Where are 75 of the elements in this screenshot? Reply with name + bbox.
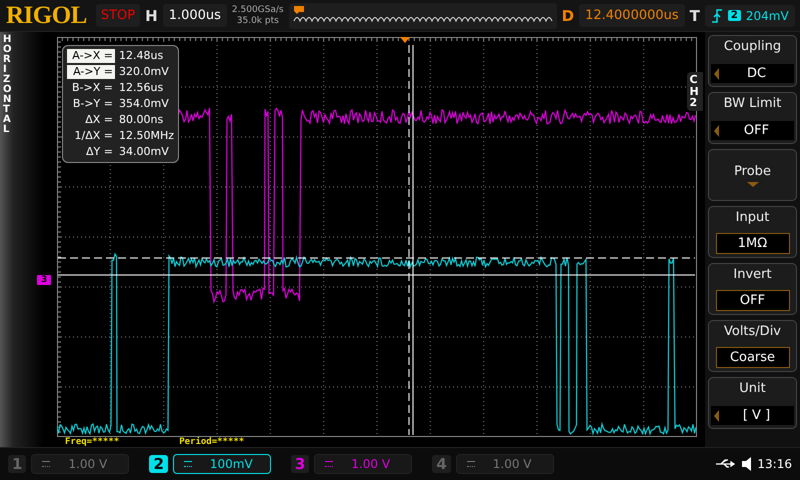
readout-label: B->X = <box>71 81 114 95</box>
menu-label: Volts/Div <box>724 324 781 339</box>
dc-coupling-icon <box>466 461 475 467</box>
delay-value: 12.4000000us <box>579 4 685 27</box>
down-arrow-icon <box>746 182 758 186</box>
channel-marker: 3 <box>37 275 52 285</box>
dc-coupling-icon <box>325 461 334 467</box>
channel-scale[interactable]: 1.00 V <box>31 454 130 474</box>
menu-label: Invert <box>733 267 772 282</box>
left-arrow-icon <box>714 124 719 136</box>
speaker-icon[interactable] <box>742 457 752 471</box>
readout-label: A->X = <box>67 49 115 63</box>
timebase-value: 1.000us <box>162 4 227 27</box>
readout-label: ΔX = <box>84 113 114 127</box>
sample-rate: 2.500GSa/s <box>232 4 284 16</box>
menu-item[interactable]: Unit [ V ] <box>708 377 797 429</box>
menu-value: DC <box>746 65 768 83</box>
dc-coupling-icon <box>184 461 192 467</box>
readout-value: 320.0mV <box>119 65 169 79</box>
usb-icon <box>715 458 738 470</box>
delay-label: D <box>562 6 574 24</box>
measurement-readout: Freq=***** <box>65 437 120 448</box>
scale-text: 1.00 V <box>492 457 532 471</box>
left-arrow-icon <box>714 410 719 422</box>
channel-scale[interactable]: 1.00 V <box>314 454 412 474</box>
scale-text: 100mV <box>210 457 253 471</box>
channel-scale[interactable]: 100mV <box>172 454 271 474</box>
readout-value: 354.0mV <box>119 97 169 111</box>
clock-time: 13:16 <box>757 457 792 471</box>
readout-value: 34.00mV <box>119 145 169 159</box>
scale-text: 1.00 V <box>68 457 108 471</box>
menu-label: Probe <box>734 164 771 178</box>
menu-label: Coupling <box>724 39 782 54</box>
trigger-channel: 2 <box>728 10 741 21</box>
menu-label: Input <box>736 210 770 225</box>
menu-label: BW Limit <box>724 96 782 111</box>
readout-label: A->Y = <box>67 65 115 79</box>
memory-depth: 35.0k pts <box>236 16 279 26</box>
menu-title: CH2 <box>690 74 700 109</box>
menu-item[interactable]: Volts/Div Coarse <box>708 320 797 372</box>
trigger-label: T <box>690 6 700 24</box>
menu-value: [ V ] <box>742 407 772 425</box>
menu-item[interactable]: Coupling DC <box>708 35 797 87</box>
menu-value: OFF <box>716 290 790 311</box>
menu-value: 1MΩ <box>716 233 790 254</box>
dc-coupling-icon <box>42 461 50 467</box>
menu-item[interactable]: Input 1MΩ <box>708 206 797 258</box>
readout-value: 12.48us <box>119 49 164 63</box>
menu-label: Unit <box>739 381 766 396</box>
run-state[interactable]: STOP <box>96 4 140 27</box>
trigger-level: 204mV <box>746 8 789 22</box>
brand-logo: RIGOL <box>6 2 87 30</box>
cursor-line[interactable] <box>408 44 410 436</box>
readout-value: 12.56us <box>119 81 164 95</box>
menu-value: Coarse <box>716 347 790 368</box>
readout-value: 12.50MHz <box>119 129 174 143</box>
menu-value: OFF <box>742 122 770 140</box>
trigger-position-icon <box>294 6 304 14</box>
menu-item[interactable]: BW Limit OFF <box>708 92 797 144</box>
readout-label: 1/ΔX = <box>74 129 114 143</box>
readout-value: 80.00ns <box>119 113 164 127</box>
readout-label: ΔY = <box>85 145 114 159</box>
left-arrow-icon <box>714 68 719 80</box>
channel-number[interactable]: 2 <box>149 455 168 473</box>
menu-item[interactable]: Invert OFF <box>708 263 797 315</box>
rising-edge-icon <box>710 8 723 24</box>
side-label: HORIZONTAL <box>3 35 13 135</box>
measurement-readout: Period=***** <box>179 437 244 448</box>
channel-number[interactable]: 3 <box>290 455 310 473</box>
menu-item[interactable]: Probe <box>708 149 797 201</box>
trigger-position-icon <box>400 37 410 43</box>
scale-text: 1.00 V <box>351 457 390 471</box>
timebase-label: H <box>145 6 158 24</box>
channel-scale[interactable]: 1.00 V <box>456 454 554 474</box>
readout-label: B->Y = <box>72 97 114 111</box>
